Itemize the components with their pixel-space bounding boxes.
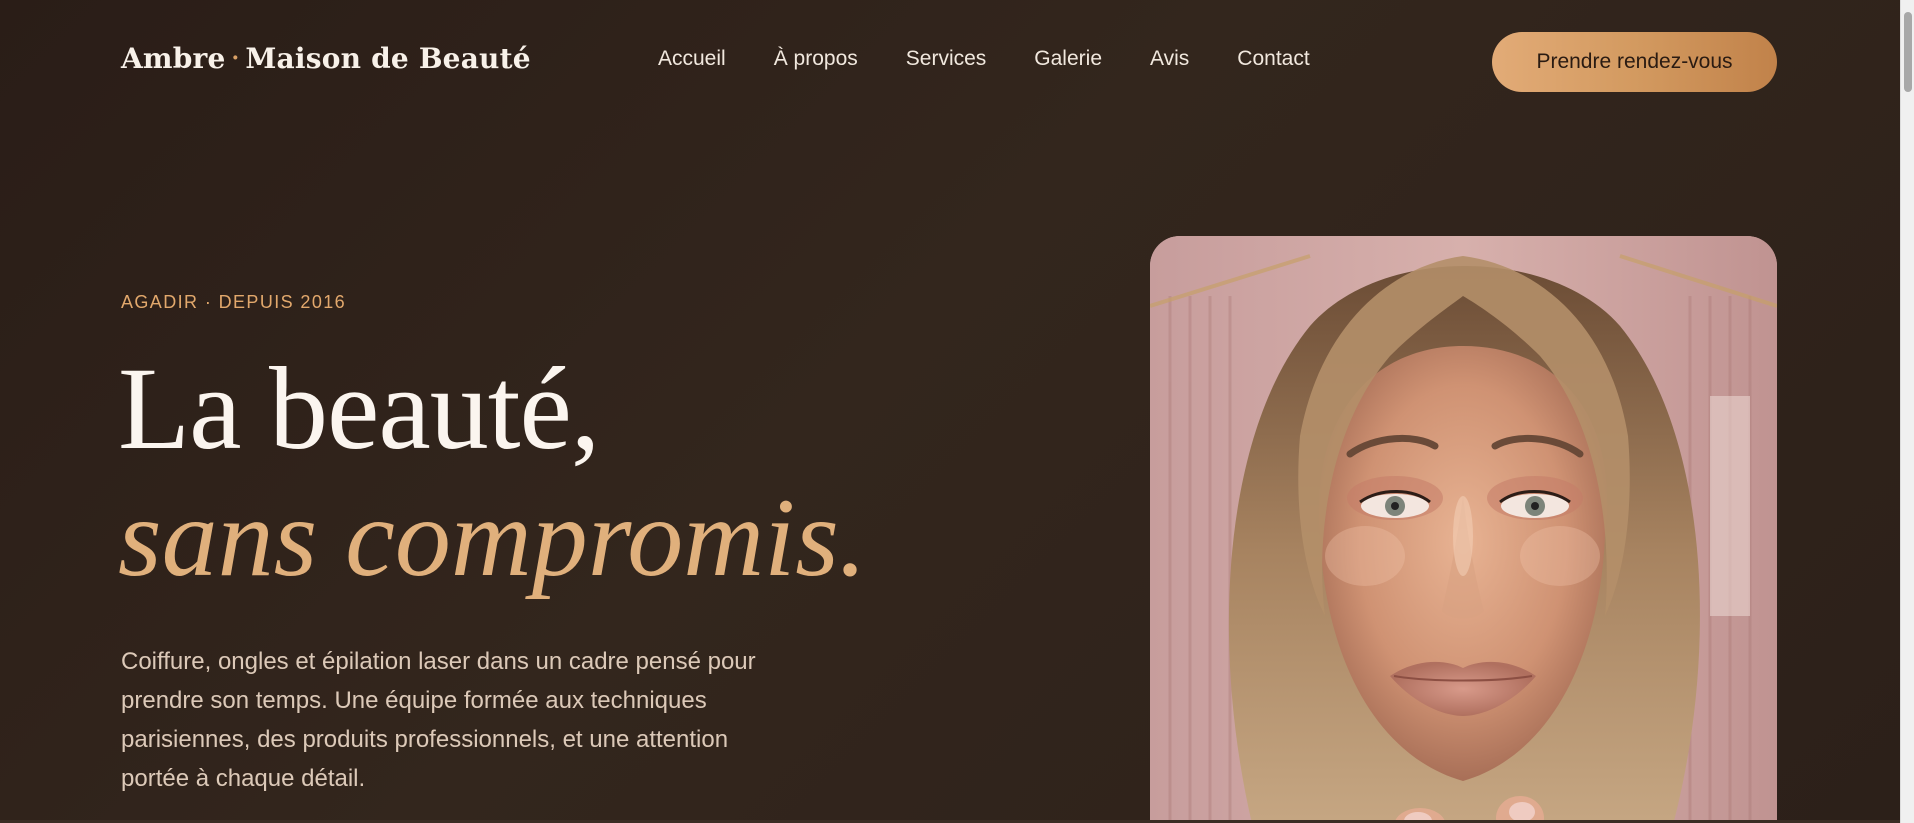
scrollbar-thumb[interactable] bbox=[1904, 12, 1912, 92]
brand-logo[interactable]: Ambre · Maison de Beauté bbox=[121, 42, 531, 75]
hero-headline-line2: sans compromis. bbox=[118, 476, 867, 600]
nav-link-accueil[interactable]: Accueil bbox=[658, 47, 726, 71]
nav-link-galerie[interactable]: Galerie bbox=[1034, 47, 1102, 71]
site-header: Ambre · Maison de Beauté Accueil À propos … bbox=[0, 0, 1900, 122]
brand-name: Ambre bbox=[121, 42, 226, 75]
nav-link-avis[interactable]: Avis bbox=[1150, 47, 1189, 71]
brand-separator: · bbox=[231, 45, 240, 71]
hero-portrait-image bbox=[1150, 236, 1777, 823]
portrait-illustration bbox=[1150, 236, 1777, 823]
hero-headline: La beauté, sans compromis. bbox=[118, 343, 867, 600]
vertical-scrollbar[interactable] bbox=[1900, 0, 1914, 823]
hero-eyebrow: AGADIR · DEPUIS 2016 bbox=[121, 292, 347, 312]
brand-subtitle: Maison de Beauté bbox=[245, 42, 531, 75]
nav-link-services[interactable]: Services bbox=[906, 47, 987, 71]
book-appointment-button[interactable]: Prendre rendez-vous bbox=[1492, 32, 1777, 92]
main-nav: Accueil À propos Services Galerie Avis C… bbox=[658, 47, 1310, 71]
hero-description: Coiffure, ongles et épilation laser dans… bbox=[121, 648, 756, 792]
hero-headline-line1: La beauté, bbox=[118, 343, 600, 474]
nav-link-a-propos[interactable]: À propos bbox=[774, 47, 858, 71]
nav-link-contact[interactable]: Contact bbox=[1237, 47, 1309, 71]
page: Ambre · Maison de Beauté Accueil À propos … bbox=[0, 0, 1900, 823]
